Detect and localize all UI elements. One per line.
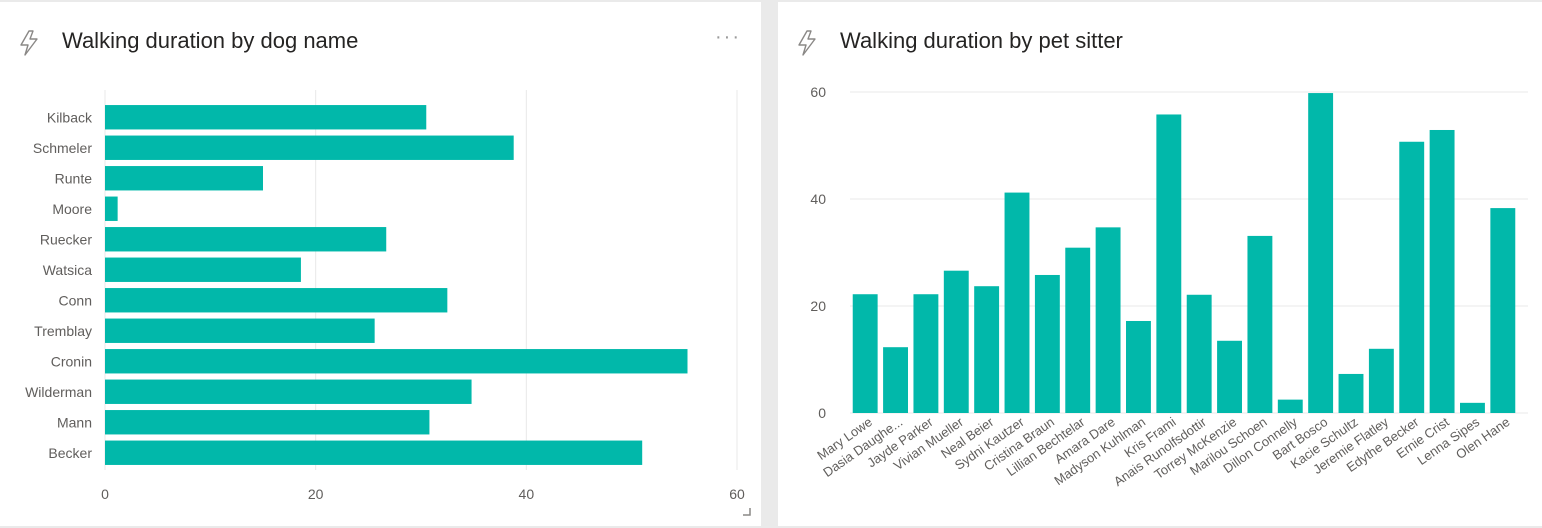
- y-tick-label: 60: [810, 84, 826, 100]
- bar: [852, 294, 878, 413]
- bar: [105, 196, 118, 221]
- category-label: Conn: [59, 292, 92, 308]
- bar: [1004, 192, 1030, 413]
- category-label: Schmeler: [33, 140, 92, 156]
- bar: [1217, 340, 1242, 413]
- bar: [105, 227, 387, 252]
- bar: [883, 347, 908, 413]
- pet-sitter-chart-tile[interactable]: Walking duration by pet sitter 0 20 40 60 Ma…: [778, 2, 1542, 526]
- bar: [1460, 402, 1485, 413]
- category-label: Mann: [57, 414, 92, 430]
- bar: [105, 288, 448, 313]
- category-label: Becker: [48, 445, 92, 461]
- category-label: Tremblay: [34, 323, 92, 339]
- bar: [1338, 373, 1364, 413]
- x-tick-label: 20: [308, 486, 324, 502]
- bar: [105, 349, 688, 374]
- bar: [105, 440, 643, 465]
- x-tick-label: 0: [101, 486, 109, 502]
- y-tick-label: 40: [810, 191, 826, 207]
- bar: [1399, 141, 1425, 413]
- bar: [105, 318, 375, 343]
- category-label: Ruecker: [40, 231, 92, 247]
- bar: [974, 286, 1000, 413]
- category-label: Watsica: [43, 262, 92, 278]
- bar: [1095, 227, 1121, 413]
- dog-name-bar-chart: 0 20 40 60 Kilback Schmeler Runte Moore Ruecker W…: [25, 90, 745, 502]
- bar: [1186, 294, 1212, 413]
- resize-handle-icon[interactable]: [742, 507, 751, 516]
- bar: [1247, 235, 1273, 413]
- bar: [105, 105, 427, 130]
- bar: [1490, 208, 1516, 413]
- bar: [943, 270, 969, 413]
- x-tick-label: 40: [519, 486, 535, 502]
- bar: [1126, 320, 1151, 413]
- dog-name-chart-tile[interactable]: Walking duration by dog name ··· 0 20 40 60…: [0, 2, 761, 526]
- bar: [105, 257, 301, 282]
- category-label: Wilderman: [25, 384, 92, 400]
- bar: [1277, 399, 1303, 413]
- bar: [105, 379, 472, 404]
- bar: [1368, 348, 1394, 413]
- bar: [1308, 93, 1334, 413]
- bar: [105, 166, 263, 191]
- pet-sitter-bar-chart: 0204060Mary LoweDasia Daughe...Jayde Par…: [810, 84, 1528, 489]
- bar: [913, 294, 939, 413]
- bar: [1156, 114, 1182, 413]
- category-label: Moore: [52, 201, 92, 217]
- category-label: Runte: [55, 170, 93, 186]
- category-label: Kilback: [47, 109, 93, 125]
- y-tick-label: 0: [818, 405, 826, 421]
- x-tick-label: 60: [729, 486, 745, 502]
- y-tick-label: 20: [810, 298, 826, 314]
- bar: [1429, 129, 1455, 414]
- bar: [1034, 274, 1060, 413]
- bar: [1065, 247, 1091, 413]
- category-label: Cronin: [51, 353, 92, 369]
- bar: [105, 135, 514, 160]
- bar: [105, 410, 430, 435]
